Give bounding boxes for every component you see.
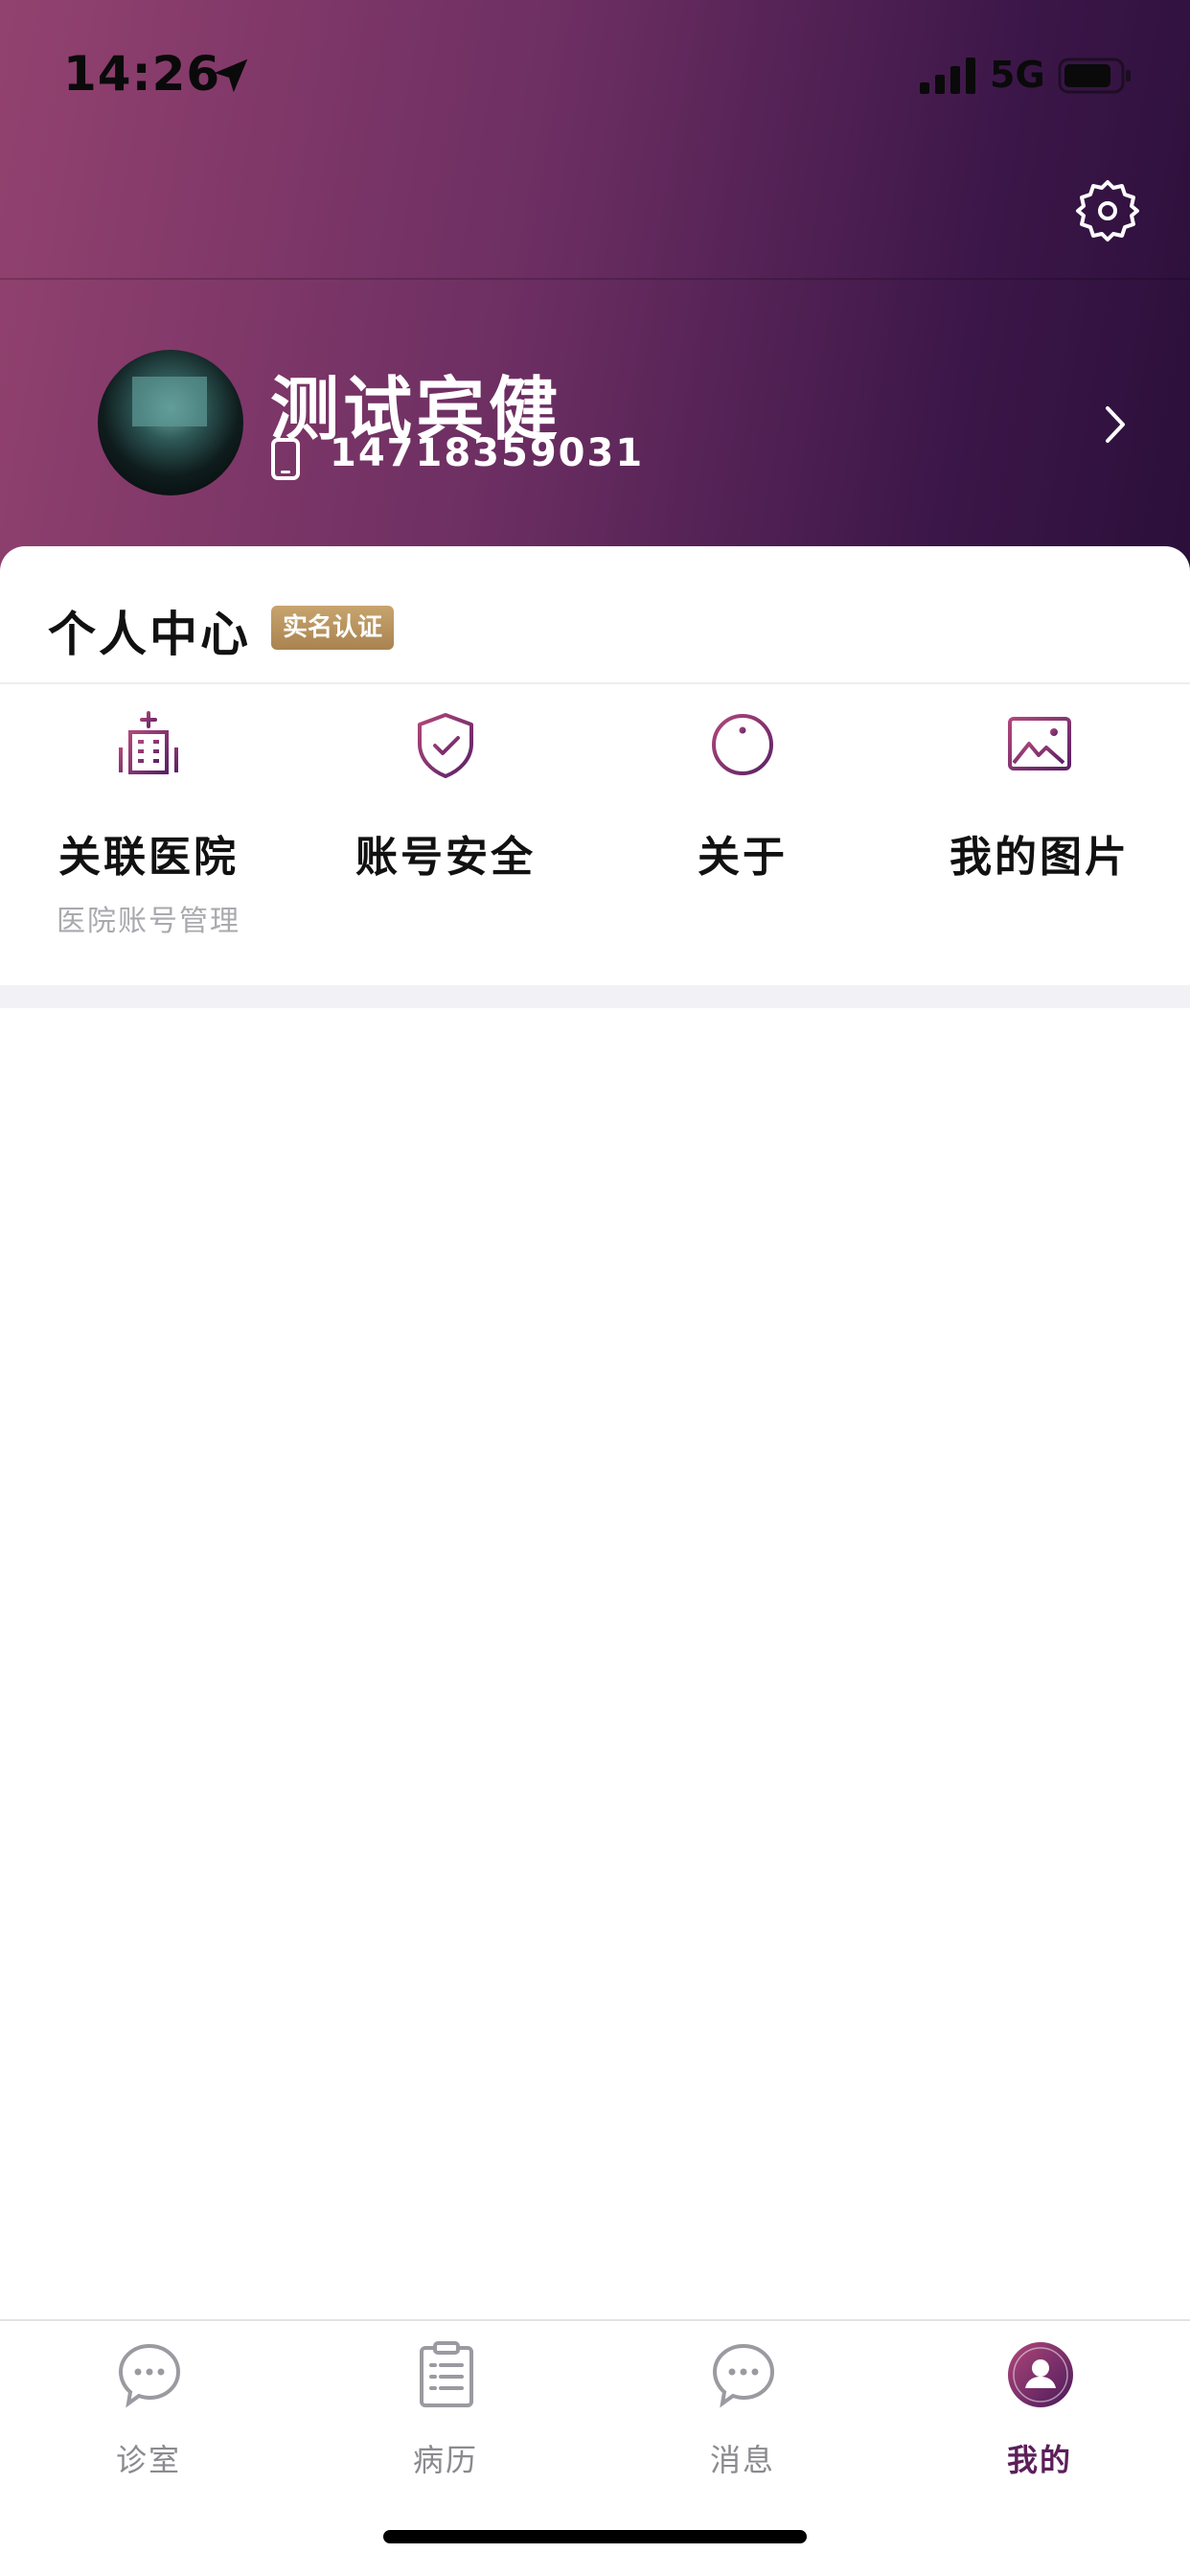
tab-label: 消息 (709, 2442, 775, 2478)
avatar[interactable] (98, 350, 243, 495)
phone-number: 14718359031 (330, 431, 645, 475)
menu-sublabel: 医院账号管理 (57, 905, 240, 938)
tab-medical-records[interactable]: 病历 (297, 2340, 594, 2484)
menu-item-linked-hospital[interactable]: 关联医院 医院账号管理 (0, 709, 297, 949)
tab-label: 诊室 (115, 2442, 181, 2478)
chat-bubble-icon (712, 2343, 775, 2408)
menu-label: 关联医院 (58, 833, 239, 882)
menu-label: 我的图片 (950, 833, 1130, 882)
menu-label: 账号安全 (355, 833, 536, 882)
signal-icon (920, 58, 975, 94)
divider (0, 682, 1190, 684)
phone-icon (271, 438, 300, 480)
status-bar: 14:26 5G (0, 0, 1190, 144)
personal-center-card: 个人中心 实名认证 关联医院 医院账号管理 账号安全 关于 我的图片 (0, 546, 1190, 987)
info-icon (712, 714, 773, 775)
hospital-icon (119, 711, 178, 774)
section-separator (0, 985, 1190, 1008)
tab-clinic[interactable]: 诊室 (0, 2340, 297, 2484)
status-time: 14:26 (63, 46, 221, 102)
tab-label: 病历 (412, 2442, 478, 2478)
section-title: 个人中心 (48, 607, 251, 662)
tab-label: 我的 (1006, 2442, 1072, 2478)
chat-bubble-icon (118, 2343, 181, 2408)
chevron-right-icon[interactable] (1100, 402, 1131, 447)
location-arrow-icon (214, 58, 248, 93)
battery-icon (1058, 58, 1131, 94)
user-avatar-icon (1008, 2342, 1073, 2407)
menu-item-account-security[interactable]: 账号安全 (297, 709, 594, 949)
shield-check-icon (418, 713, 473, 778)
image-icon (1008, 717, 1071, 770)
avatar-photo (132, 377, 207, 426)
menu-item-my-pictures[interactable]: 我的图片 (891, 709, 1188, 949)
network-type: 5G (990, 54, 1045, 96)
nav-divider (0, 278, 1190, 280)
gear-icon[interactable] (1073, 176, 1142, 245)
menu-label: 关于 (698, 833, 788, 882)
tab-messages[interactable]: 消息 (594, 2340, 891, 2484)
home-indicator[interactable] (383, 2530, 807, 2543)
menu-item-about[interactable]: 关于 (594, 709, 891, 949)
verified-badge: 实名认证 (271, 606, 395, 650)
profile-header: 14:26 5G 测试宾健 14718359031 (0, 0, 1190, 594)
tab-mine[interactable]: 我的 (891, 2340, 1188, 2484)
clipboard-icon (420, 2341, 473, 2407)
